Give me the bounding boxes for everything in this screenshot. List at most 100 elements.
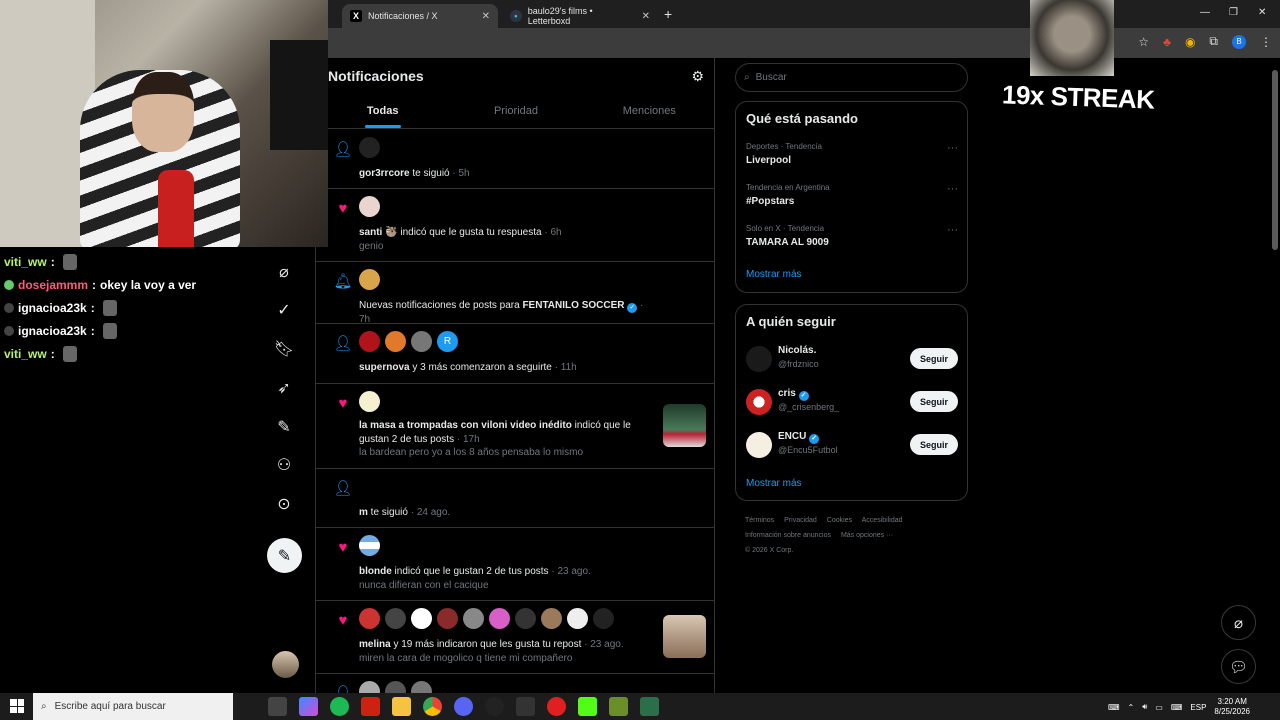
copilot-icon[interactable] [299,697,318,716]
grok-float-button[interactable]: ⌀ [1221,605,1256,640]
tab-prioridad[interactable]: Prioridad [449,96,582,128]
user-avatar[interactable] [359,196,380,217]
user-avatar[interactable] [567,608,588,629]
show-more-follow-link[interactable]: Mostrar más [746,478,802,489]
search-box[interactable]: ⌕ [735,63,968,92]
user-avatar[interactable] [411,331,432,352]
chevron-up-icon[interactable]: ⌃ [1128,703,1135,712]
follow-button[interactable]: Seguir [909,348,958,369]
user-avatar[interactable]: R [437,331,458,352]
follow-suggestion[interactable]: cris ✓ @_crisenberg_ Seguir [746,387,958,417]
user-avatar[interactable] [593,608,614,629]
app-icon[interactable] [516,697,535,716]
bookmarks-icon[interactable]: 🔖︎ [272,337,296,361]
app-icon[interactable] [640,697,659,716]
tab-todas[interactable]: Todas [316,96,449,128]
user-avatar[interactable] [359,137,380,158]
avatar[interactable] [746,346,772,372]
user-avatar[interactable] [359,331,380,352]
user-avatar[interactable] [411,681,432,693]
scrollbar-thumb[interactable] [1272,70,1278,250]
avatar[interactable] [746,389,772,415]
app-icon[interactable] [609,697,628,716]
verified-orgs-icon[interactable]: ✓ [272,298,296,322]
user-avatar[interactable] [515,608,536,629]
notification-item[interactable]: 👤︎ gor3rrcore te siguió · 5h [316,130,714,189]
notification-item[interactable]: ♥ melina y 19 más indicaron que les gust… [316,601,714,674]
profile-avatar[interactable]: B [1232,34,1246,49]
settings-gear-icon[interactable]: ⚙ [691,68,704,85]
extension-color-icon[interactable]: ◉ [1185,35,1195,49]
taskbar-search[interactable]: ⌕ Escribe aquí para buscar [33,693,233,720]
trend-item[interactable]: Solo en X · Tendencia TAMARA AL 9009 ··· [746,224,958,248]
task-view-icon[interactable] [268,697,287,716]
follow-suggestion[interactable]: ENCU ✓ @Encu5Futbol Seguir [746,430,958,460]
trend-item[interactable]: Tendencia en Argentina #Popstars ··· [746,183,958,207]
user-avatar[interactable] [359,269,380,290]
notification-item[interactable]: ♥ blonde indicó que le gustan 2 de tus p… [316,528,714,601]
avatar[interactable] [746,432,772,458]
show-more-trends-link[interactable]: Mostrar más [746,269,802,280]
extensions-puzzle-icon[interactable]: ⧉ [1209,34,1218,49]
tab-notificaciones[interactable]: X Notificaciones / X ✕ [342,4,498,28]
windows-start-icon[interactable] [10,699,24,713]
page-scrollbar[interactable] [1270,58,1280,693]
tab-menciones[interactable]: Menciones [583,96,714,128]
notification-item[interactable]: ♥ santi 🦥 indicó que le gusta tu respues… [316,189,714,262]
rocket-icon[interactable]: ➶ [272,376,296,400]
more-dots-icon[interactable]: ··· [947,183,958,195]
more-menu-icon[interactable]: ⋮ [1260,35,1272,49]
user-avatar[interactable] [359,608,380,629]
obs-icon[interactable] [485,697,504,716]
spotify-icon[interactable] [330,697,349,716]
discord-icon[interactable] [454,697,473,716]
trend-item[interactable]: Deportes · Tendencia Liverpool ··· [746,142,958,166]
footer-link[interactable]: Cookies [827,517,852,524]
bookmark-star-icon[interactable]: ☆ [1138,35,1149,49]
user-avatar[interactable] [411,608,432,629]
tab-letterboxd[interactable]: • baulo29's films • Letterboxd ✕ [502,4,658,28]
opera-icon[interactable] [547,697,566,716]
kick-icon[interactable] [578,697,597,716]
keyboard-icon[interactable]: ⌨ [1108,703,1120,712]
footer-link[interactable]: Accesibilidad [862,517,903,524]
file-explorer-icon[interactable] [392,697,411,716]
follow-button[interactable]: Seguir [909,391,958,412]
restore-button[interactable]: ❐ [1229,7,1238,18]
volume-icon[interactable]: 🔊︎ [1142,702,1147,712]
more-dots-icon[interactable]: ··· [947,142,958,154]
extension-icon[interactable]: ♣ [1163,35,1171,49]
compose-post-button[interactable]: ✎ [267,538,302,573]
close-tab-icon[interactable]: ✕ [482,11,490,22]
search-input[interactable] [755,72,946,83]
lists-icon[interactable]: ✎ [272,415,296,439]
user-avatar[interactable] [541,608,562,629]
messages-float-button[interactable]: 💬︎ [1221,649,1256,684]
more-options-icon[interactable]: ⊙ [272,492,296,516]
notification-item[interactable]: ♥ la masa a trompadas con viloni video i… [316,384,714,469]
notification-item[interactable]: 👤︎ m te siguió · 24 ago. [316,469,714,528]
grok-icon[interactable]: ⌀ [272,260,296,284]
close-window-button[interactable]: ✕ [1258,7,1266,18]
app-icon[interactable] [361,697,380,716]
notification-item[interactable]: 👤︎ [316,674,714,693]
follow-suggestion[interactable]: Nicolás. @frdznico Seguir [746,344,958,374]
user-avatar[interactable] [489,608,510,629]
keyboard-layout-icon[interactable]: ⌨ [1171,703,1183,712]
user-avatar[interactable] [385,681,406,693]
language-indicator[interactable]: ESP [1190,703,1206,712]
network-icon[interactable]: ▭ [1155,703,1163,712]
user-avatar[interactable] [385,608,406,629]
post-thumbnail[interactable] [663,404,706,447]
follow-button[interactable]: Seguir [909,434,958,455]
footer-link[interactable]: Términos [745,517,774,524]
user-avatar[interactable] [385,331,406,352]
user-avatar[interactable] [437,608,458,629]
footer-link[interactable]: Información sobre anuncios [745,532,831,539]
clock[interactable]: 3:20 AM 8/25/2026 [1214,697,1250,717]
notification-item[interactable]: 👤︎ R supernova y 3 más comenzaron a segu… [316,324,714,384]
post-thumbnail[interactable] [663,615,706,658]
user-avatar[interactable] [463,608,484,629]
minimize-button[interactable]: — [1200,7,1210,18]
user-avatar[interactable] [359,681,380,693]
